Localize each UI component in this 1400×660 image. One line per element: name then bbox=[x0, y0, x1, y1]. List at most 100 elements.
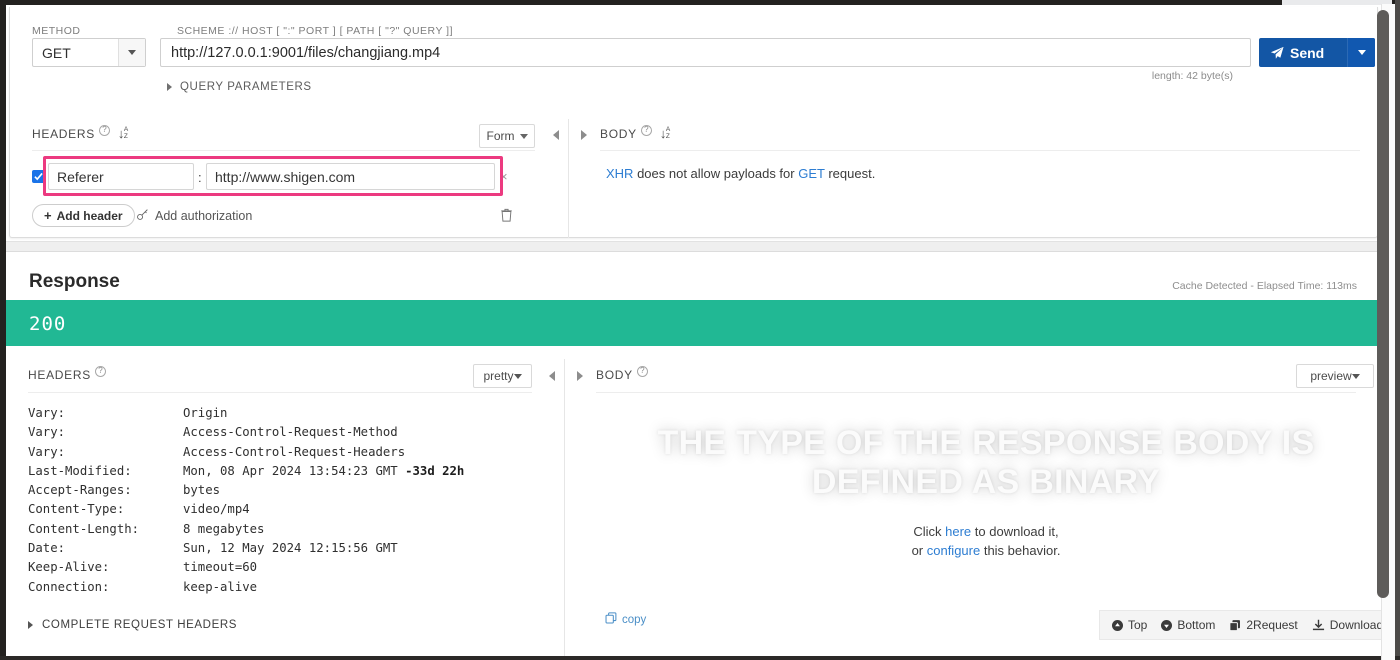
response-header-row: Content-Type: video/mp4 bbox=[28, 500, 464, 519]
chevron-down-icon bbox=[519, 133, 528, 139]
response-header-key: Vary: bbox=[28, 444, 66, 459]
expand-right-icon[interactable] bbox=[581, 130, 587, 140]
response-header-row: Date: Sun, 12 May 2024 12:15:56 GMT bbox=[28, 539, 464, 558]
query-parameters-toggle[interactable]: QUERY PARAMETERS bbox=[167, 81, 312, 93]
collapse-left-icon[interactable] bbox=[553, 130, 559, 140]
plus-icon: + bbox=[44, 208, 52, 223]
divider bbox=[32, 150, 535, 151]
response-header-value: Access-Control-Request-Headers bbox=[183, 444, 406, 459]
url-input[interactable]: http://127.0.0.1:9001/files/changjiang.m… bbox=[160, 38, 1251, 67]
request-body-format-select[interactable]: Form bbox=[479, 124, 535, 148]
collapse-left-icon[interactable] bbox=[549, 371, 555, 381]
key-icon bbox=[136, 208, 149, 224]
header-name-value: Referer bbox=[57, 168, 104, 185]
response-toolbar-label: Bottom bbox=[1177, 618, 1216, 632]
download-note-pre: Click bbox=[913, 524, 946, 539]
response-toolbar-label: Download bbox=[1329, 618, 1381, 632]
configure-note-pre: or bbox=[911, 543, 927, 558]
copy-icon bbox=[605, 612, 617, 627]
help-icon[interactable]: ? bbox=[98, 124, 110, 136]
get-method-link[interactable]: GET bbox=[798, 166, 825, 181]
configure-note-post: this behavior. bbox=[980, 543, 1061, 558]
download-icon bbox=[1312, 619, 1325, 632]
request-body-format-value: Form bbox=[486, 129, 515, 143]
send-button-label: Send bbox=[1290, 44, 1325, 61]
add-authorization-label: Add authorization bbox=[155, 209, 253, 223]
response-title: Response bbox=[29, 271, 120, 292]
response-headers-header: HEADERS ? bbox=[28, 365, 106, 382]
response-header-row: Accept-Ranges: bytes bbox=[28, 481, 464, 500]
response-header-key: Vary: bbox=[28, 406, 66, 420]
chevron-down-icon[interactable] bbox=[118, 39, 145, 66]
browser-frame: METHOD SCHEME :// HOST [ ":" PORT ] [ PA… bbox=[0, 0, 1400, 660]
response-header-row: Keep-Alive: timeout=60 bbox=[28, 558, 464, 577]
request-panel: METHOD SCHEME :// HOST [ ":" PORT ] [ PA… bbox=[9, 7, 1378, 238]
xhr-note-mid: does not allow payloads for bbox=[633, 166, 799, 181]
download-here-link[interactable]: here bbox=[945, 524, 971, 539]
response-header-key: Keep-Alive: bbox=[28, 560, 110, 575]
copy-label: copy bbox=[622, 613, 647, 626]
response-body-watermark: THE TYPE OF THE RESPONSE BODY IS DEFINED… bbox=[657, 424, 1315, 501]
divider bbox=[600, 150, 1360, 151]
response-headers-format-value: pretty bbox=[483, 369, 514, 383]
response-header-value: video/mp4 bbox=[183, 502, 250, 517]
response-header-row: Vary: Access-Control-Request-Headers bbox=[28, 443, 464, 462]
response-header-value: 8 megabytes bbox=[183, 521, 265, 536]
header-name-input[interactable]: Referer bbox=[48, 163, 194, 190]
response-body-view-value: preview bbox=[1310, 369, 1352, 383]
response-header-row: Last-Modified: Mon, 08 Apr 2024 13:54:23 … bbox=[28, 462, 464, 481]
remove-header-icon[interactable]: × bbox=[500, 170, 508, 183]
header-enabled-checkbox[interactable] bbox=[32, 170, 45, 183]
copy-headers-button[interactable]: copy bbox=[605, 612, 646, 627]
send-button[interactable]: Send bbox=[1259, 38, 1375, 67]
page-viewport: METHOD SCHEME :// HOST [ ":" PORT ] [ PA… bbox=[6, 5, 1381, 656]
copy-icon bbox=[1229, 619, 1241, 632]
response-status-bar: 200 bbox=[6, 300, 1381, 346]
response-header-value: keep-alive bbox=[183, 579, 258, 594]
divider bbox=[596, 392, 1356, 393]
response-header-value-age: -33d 22h bbox=[397, 463, 465, 478]
complete-request-headers-toggle[interactable]: COMPLETE REQUEST HEADERS bbox=[28, 619, 237, 631]
method-select[interactable]: GET bbox=[32, 38, 146, 67]
url-length-hint: length: 42 byte(s) bbox=[1151, 70, 1233, 82]
add-authorization-button[interactable]: Add authorization bbox=[136, 208, 252, 224]
response-headers-format-select[interactable]: pretty bbox=[473, 364, 532, 388]
response-body-download-note: Click here to download it, or configure … bbox=[606, 522, 1366, 560]
add-header-button[interactable]: + Add header bbox=[32, 204, 135, 227]
help-icon[interactable]: ? bbox=[94, 365, 106, 377]
page-scrollbar[interactable] bbox=[1377, 4, 1395, 660]
response-header-value: timeout=60 bbox=[183, 560, 258, 575]
expand-right-icon[interactable] bbox=[577, 371, 583, 381]
window-right-edge bbox=[1395, 0, 1400, 660]
response-toolbar-label: Top bbox=[1128, 618, 1148, 632]
response-header-value: Origin bbox=[183, 406, 228, 420]
response-headers-title: HEADERS bbox=[28, 368, 91, 382]
download-note-line2: or configure this behavior. bbox=[912, 543, 1061, 558]
delete-all-headers-icon[interactable] bbox=[500, 208, 513, 227]
page-scrollbar-thumb[interactable] bbox=[1377, 10, 1389, 598]
response-header-key: Content-Type: bbox=[28, 502, 125, 517]
help-icon[interactable]: ? bbox=[640, 124, 652, 136]
response-toolbar-2request-button[interactable]: 2Request bbox=[1229, 618, 1298, 632]
url-input-value: http://127.0.0.1:9001/files/changjiang.m… bbox=[171, 44, 441, 61]
send-options-chevron-down-icon[interactable] bbox=[1347, 38, 1375, 67]
response-header-row: Vary: Access-Control-Request-Method bbox=[28, 423, 464, 442]
download-note-post: to download it, bbox=[971, 524, 1059, 539]
configure-link[interactable]: configure bbox=[927, 543, 980, 558]
response-header-key: Date: bbox=[28, 541, 66, 556]
sort-alphabetical-icon[interactable]: ↓ A Z bbox=[118, 126, 132, 141]
chevron-down-icon bbox=[1351, 373, 1360, 379]
response-header-value: Sun, 12 May 2024 12:15:56 GMT bbox=[183, 541, 398, 556]
response-panel: Response Cache Detected - Elapsed Time: … bbox=[6, 252, 1381, 656]
response-header-value: bytes bbox=[183, 483, 221, 498]
response-header-row: Content-Length: 8 megabytes bbox=[28, 520, 464, 539]
response-toolbar-top-button[interactable]: Top bbox=[1112, 618, 1147, 632]
response-body-view-select[interactable]: preview bbox=[1296, 364, 1374, 388]
sort-alphabetical-icon[interactable]: ↓ A Z bbox=[660, 126, 674, 141]
xhr-link[interactable]: XHR bbox=[606, 166, 633, 181]
response-toolbar-download-button[interactable]: Download bbox=[1312, 618, 1381, 632]
response-toolbar-bottom-button[interactable]: Bottom bbox=[1161, 618, 1215, 632]
response-header-row: Connection: keep-alive bbox=[28, 578, 464, 597]
help-icon[interactable]: ? bbox=[636, 365, 648, 377]
header-value-input[interactable]: http://www.shigen.com bbox=[206, 163, 495, 190]
